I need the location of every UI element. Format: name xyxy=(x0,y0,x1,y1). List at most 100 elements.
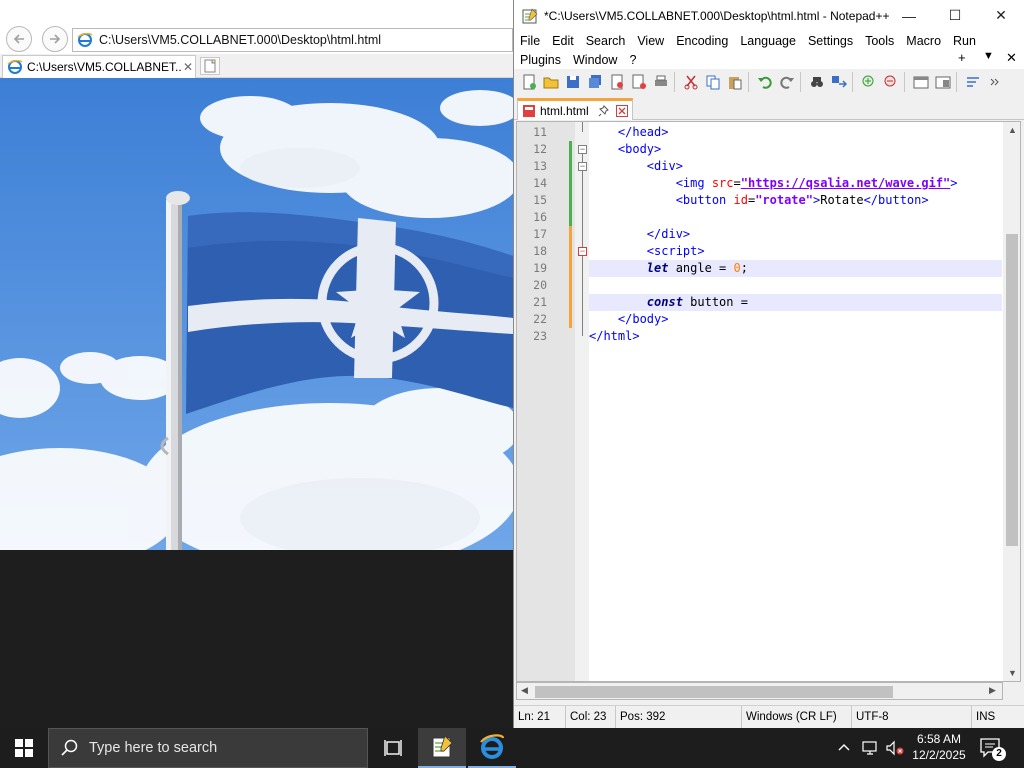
scroll-left-icon[interactable]: ◀ xyxy=(521,685,528,696)
forward-button[interactable] xyxy=(42,26,68,52)
ie-tab[interactable]: C:\Users\VM5.COLLABNET.... ✕ xyxy=(2,55,196,78)
zoom-out-button[interactable] xyxy=(880,71,902,93)
notepad-plus-plus-window: *C:\Users\VM5.COLLABNET.000\Desktop\html… xyxy=(513,0,1024,729)
menu-view[interactable]: View xyxy=(631,34,670,48)
menu-help[interactable]: ? xyxy=(623,53,642,67)
horizontal-scroll-thumb[interactable] xyxy=(535,686,893,698)
code-token: id xyxy=(733,193,748,207)
menu-settings[interactable]: Settings xyxy=(802,34,859,48)
ie-tab-icon xyxy=(7,59,23,74)
horizontal-scrollbar[interactable]: ◀ ▶ xyxy=(516,682,1003,700)
menu-encoding[interactable]: Encoding xyxy=(670,34,734,48)
new-tab-button[interactable] xyxy=(200,57,220,75)
menu-run[interactable]: Run xyxy=(947,34,982,48)
zoom-in-button[interactable] xyxy=(858,71,880,93)
menu-language[interactable]: Language xyxy=(734,34,802,48)
scroll-up-icon[interactable]: ▲ xyxy=(1008,125,1017,135)
menu-search[interactable]: Search xyxy=(580,34,632,48)
code-token: <button xyxy=(675,193,734,207)
line-number: 17 xyxy=(533,227,547,241)
word-wrap-button[interactable] xyxy=(962,71,984,93)
print-button[interactable] xyxy=(650,71,672,93)
fold-toggle-icon[interactable]: − xyxy=(578,145,587,154)
fold-toggle-icon[interactable]: − xyxy=(578,162,587,171)
close-all-button[interactable] xyxy=(628,71,650,93)
status-eol[interactable]: Windows (CR LF) xyxy=(742,705,852,729)
minimize-button[interactable]: — xyxy=(886,0,932,31)
code-line-13: <div> xyxy=(589,158,1002,175)
close-window-button[interactable]: ✕ xyxy=(978,0,1024,31)
dropdown-icon[interactable]: ▼ xyxy=(983,50,994,62)
print-icon xyxy=(655,75,667,86)
save-all-button[interactable] xyxy=(584,71,606,93)
address-bar[interactable]: C:\Users\VM5.COLLABNET.000\Desktop\html.… xyxy=(72,28,513,52)
fold-line xyxy=(582,171,583,251)
code-token: <script> xyxy=(646,244,705,258)
notifications-button[interactable]: 2 xyxy=(980,738,1006,761)
status-line: Ln: 21 xyxy=(514,705,566,729)
code-token: </button> xyxy=(863,193,929,207)
line-number: 15 xyxy=(533,193,547,207)
task-view-button[interactable] xyxy=(372,728,416,768)
saved-change-marker xyxy=(569,141,572,226)
ie-window: C:\Users\VM5.COLLABNET.000\Desktop\html.… xyxy=(0,0,513,728)
chevron-up-icon[interactable] xyxy=(836,740,852,756)
find-button[interactable] xyxy=(806,71,828,93)
volume-muted-icon[interactable] xyxy=(886,740,904,756)
close-icon[interactable]: ✕ xyxy=(181,60,195,74)
add-icon[interactable]: + xyxy=(958,50,966,65)
undo-button[interactable] xyxy=(754,71,776,93)
cut-button[interactable] xyxy=(680,71,702,93)
vertical-scrollbar[interactable]: ▲ ▼ xyxy=(1003,122,1020,681)
undo-icon xyxy=(758,76,772,89)
close-document-icon[interactable]: ✕ xyxy=(1006,50,1017,66)
document-tab-html[interactable]: html.html xyxy=(517,98,633,120)
copy-button[interactable] xyxy=(702,71,724,93)
taskbar-search-box[interactable]: Type here to search xyxy=(48,728,368,768)
back-button[interactable] xyxy=(6,26,32,52)
status-bar: Ln: 21 Col: 23 Pos: 392 Windows (CR LF) … xyxy=(514,705,1024,729)
close-tab-icon[interactable] xyxy=(616,104,628,117)
menu-file[interactable]: File xyxy=(514,34,546,48)
new-file-button[interactable] xyxy=(518,71,540,93)
scroll-right-icon[interactable]: ▶ xyxy=(989,685,996,696)
status-encoding[interactable]: UTF-8 xyxy=(852,705,972,729)
clock-date: 12/2/2025 xyxy=(912,748,966,762)
code-line-22: </body> xyxy=(589,311,1002,328)
menu-edit[interactable]: Edit xyxy=(546,34,580,48)
sync-horizontal-button[interactable] xyxy=(932,71,954,93)
system-clock[interactable]: 6:58 AM 12/2/2025 xyxy=(908,731,970,765)
paste-icon xyxy=(729,77,742,90)
menu-tools[interactable]: Tools xyxy=(859,34,900,48)
save-button[interactable] xyxy=(562,71,584,93)
toolbar-overflow-button[interactable] xyxy=(984,71,1006,93)
menu-window[interactable]: Window xyxy=(567,53,623,67)
vertical-scroll-thumb[interactable] xyxy=(1006,234,1018,546)
maximize-button[interactable]: ☐ xyxy=(932,0,978,31)
replace-button[interactable] xyxy=(828,71,850,93)
binoculars-icon xyxy=(811,77,823,87)
fold-toggle-icon[interactable]: − xyxy=(578,247,587,256)
start-button[interactable] xyxy=(0,728,48,768)
line-number: 18 xyxy=(533,244,547,258)
redo-button[interactable] xyxy=(776,71,798,93)
code-line-17: </div> xyxy=(589,226,1002,243)
sync-vertical-button[interactable] xyxy=(910,71,932,93)
menu-macro[interactable]: Macro xyxy=(900,34,947,48)
menu-plugins[interactable]: Plugins xyxy=(514,53,567,67)
code-token: > xyxy=(950,176,958,190)
network-icon[interactable] xyxy=(862,740,878,756)
code-token: button = xyxy=(682,295,748,309)
close-button[interactable] xyxy=(606,71,628,93)
taskbar-notepad-plus-plus[interactable] xyxy=(418,728,466,768)
code-editor[interactable]: 11 12 13 14 15 16 17 18 19 20 21 22 23 −… xyxy=(516,121,1021,682)
scroll-down-icon[interactable]: ▼ xyxy=(1008,668,1017,678)
taskbar-internet-explorer[interactable] xyxy=(468,728,516,768)
open-file-button[interactable] xyxy=(540,71,562,93)
paste-button[interactable] xyxy=(724,71,746,93)
code-token: </body> xyxy=(617,312,669,326)
code-line-23: </html> xyxy=(589,328,1002,345)
pin-icon[interactable] xyxy=(598,104,610,117)
